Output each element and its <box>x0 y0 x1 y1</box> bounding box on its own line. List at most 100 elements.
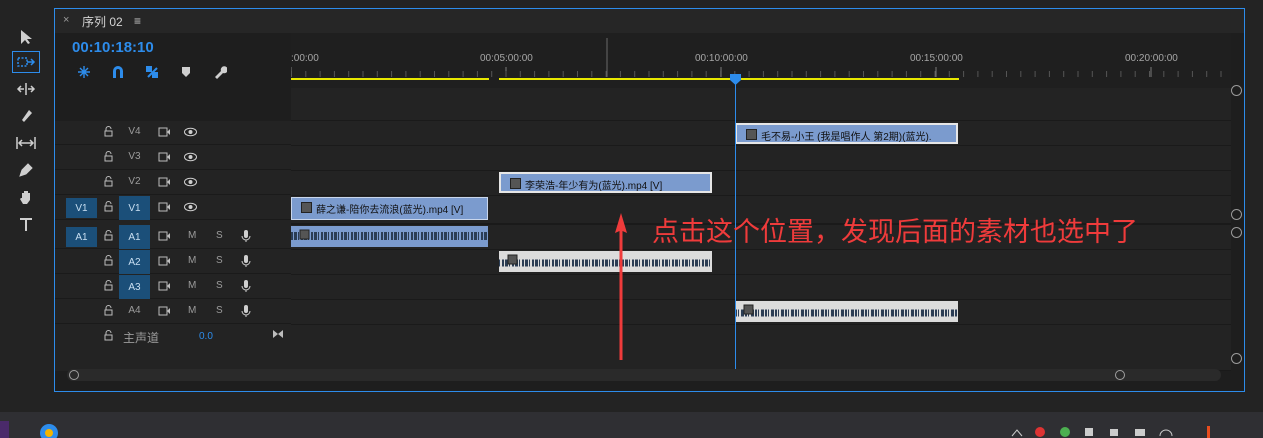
eye-icon[interactable] <box>184 127 197 137</box>
track-select-forward-tool[interactable] <box>12 51 40 73</box>
source-patch-v1[interactable]: V1 <box>66 198 97 218</box>
browser-icon[interactable] <box>38 422 60 438</box>
master-track-label: 主声道 <box>123 331 160 345</box>
lock-icon[interactable] <box>104 230 113 241</box>
lock-icon[interactable] <box>104 280 113 291</box>
taskbar-app-icon[interactable] <box>0 421 9 438</box>
tools-panel <box>0 0 52 412</box>
lock-icon[interactable] <box>104 305 113 316</box>
sequence-tab-title[interactable]: 序列 02 <box>82 13 123 30</box>
go-to-end-icon[interactable] <box>272 329 284 339</box>
eye-icon[interactable] <box>184 152 197 162</box>
mic-icon[interactable] <box>241 304 251 318</box>
scroll-handle-left[interactable] <box>69 370 79 380</box>
mute-button[interactable]: M <box>188 280 196 291</box>
track-select-forward-icon <box>17 57 36 67</box>
timeline-lane-v2[interactable] <box>291 171 1231 196</box>
track-target-a2[interactable]: A2 <box>119 250 150 274</box>
type-tool[interactable] <box>12 213 40 235</box>
solo-button[interactable]: S <box>216 280 223 291</box>
video-clip-v1[interactable]: 薛之谦-陪你去流浪(蓝光).mp4 [V] <box>291 197 488 220</box>
zoom-handle-audio-top[interactable] <box>1231 227 1242 238</box>
system-tray-icons[interactable] <box>1010 426 1210 438</box>
horizontal-scrollbar[interactable] <box>67 369 1221 381</box>
eye-icon[interactable] <box>184 177 197 187</box>
hand-tool[interactable] <box>12 186 40 208</box>
vertical-zoom-bar[interactable] <box>1231 69 1244 379</box>
lock-icon[interactable] <box>104 255 113 266</box>
nest-icon <box>78 66 90 78</box>
clip-name: 薛之谦-陪你去流浪(蓝光).mp4 [V] <box>316 205 464 216</box>
sync-lock-icon[interactable] <box>158 177 171 187</box>
playhead-handle-icon[interactable] <box>730 74 741 85</box>
wrench-icon <box>215 66 227 79</box>
track-name: V3 <box>128 151 141 162</box>
solo-button[interactable]: S <box>216 305 223 316</box>
timeline-lane-a3[interactable] <box>291 275 1231 300</box>
timeline-lane-a2[interactable] <box>291 250 1231 275</box>
solo-button[interactable]: S <box>216 255 223 266</box>
audio-clip-a4[interactable] <box>735 301 958 322</box>
track-target-a3[interactable]: A3 <box>119 275 150 299</box>
track-target-v1[interactable]: V1 <box>119 196 150 220</box>
audio-clip-a2[interactable] <box>499 251 712 272</box>
zoom-handle-bottom[interactable] <box>1231 353 1242 364</box>
razor-tool[interactable] <box>12 105 40 127</box>
track-name: V2 <box>128 176 141 187</box>
lock-icon[interactable] <box>104 330 113 341</box>
master-volume-value[interactable]: 0.0 <box>199 331 213 342</box>
fx-badge-icon <box>301 202 312 213</box>
mic-icon[interactable] <box>241 254 251 268</box>
sync-lock-icon[interactable] <box>158 152 171 162</box>
pen-tool[interactable] <box>12 159 40 181</box>
track-header-master: 主声道 0.0 <box>55 325 291 349</box>
hand-icon <box>20 191 30 204</box>
linked-selection-toggle[interactable] <box>143 64 161 80</box>
track-name: A4 <box>128 305 141 316</box>
timeline-lane-v3[interactable] <box>291 146 1231 171</box>
audio-clip-a1[interactable] <box>291 226 488 247</box>
mic-icon[interactable] <box>241 229 251 243</box>
lock-icon[interactable] <box>104 151 113 162</box>
sync-lock-icon[interactable] <box>158 231 171 241</box>
time-ruler[interactable]: :00:00 00:05:00:00 00:10:00:00 00:15:00:… <box>291 33 1231 88</box>
nest-toggle[interactable] <box>75 64 93 80</box>
tab-close-button[interactable]: × <box>63 14 69 26</box>
clip-name: 毛不易-小王 (我是唱作人 第2期)(蓝光). <box>761 132 932 143</box>
sequence-tab-bar: × 序列 02 ≡ <box>55 9 1244 33</box>
sync-lock-icon[interactable] <box>158 256 171 266</box>
mute-button[interactable]: M <box>188 305 196 316</box>
mute-button[interactable]: M <box>188 230 196 241</box>
lock-icon[interactable] <box>104 176 113 187</box>
snap-toggle[interactable] <box>109 64 127 80</box>
sync-lock-icon[interactable] <box>158 127 171 137</box>
sync-lock-icon[interactable] <box>158 281 171 291</box>
ripple-edit-tool[interactable] <box>12 78 40 100</box>
add-marker-button[interactable] <box>177 64 195 80</box>
video-clip-v2[interactable]: 李荣浩-年少有为(蓝光).mp4 [V] <box>499 172 712 193</box>
sync-lock-icon[interactable] <box>158 306 171 316</box>
timeline-settings-button[interactable] <box>211 64 229 80</box>
selection-tool[interactable] <box>12 26 40 48</box>
tab-menu-button[interactable]: ≡ <box>134 14 141 28</box>
sync-lock-icon[interactable] <box>158 202 171 212</box>
playhead-timecode[interactable]: 00:10:18:10 <box>72 39 154 56</box>
slip-tool[interactable] <box>12 132 40 154</box>
mute-button[interactable]: M <box>188 255 196 266</box>
clip-name: 李荣浩-年少有为(蓝光).mp4 [V] <box>525 181 663 192</box>
track-target-a1[interactable]: A1 <box>119 225 150 249</box>
lock-icon[interactable] <box>104 201 113 212</box>
source-patch-a1[interactable]: A1 <box>66 227 97 247</box>
lock-icon[interactable] <box>104 126 113 137</box>
track-name: V4 <box>128 126 141 137</box>
video-clip-v4[interactable]: 毛不易-小王 (我是唱作人 第2期)(蓝光). <box>735 123 958 144</box>
scroll-handle-right[interactable] <box>1115 370 1125 380</box>
timeline-area[interactable]: :00:00 00:05:00:00 00:10:00:00 00:15:00:… <box>291 33 1231 371</box>
zoom-handle-top[interactable] <box>1231 85 1242 96</box>
solo-button[interactable]: S <box>216 230 223 241</box>
zoom-handle-mid[interactable] <box>1231 209 1242 220</box>
eye-icon[interactable] <box>184 202 197 212</box>
fx-badge-icon <box>510 178 521 189</box>
timeline-panel: × 序列 02 ≡ 00:10:18:10 V4 V3 V2 V1 V1 A1 … <box>54 8 1245 392</box>
mic-icon[interactable] <box>241 279 251 293</box>
